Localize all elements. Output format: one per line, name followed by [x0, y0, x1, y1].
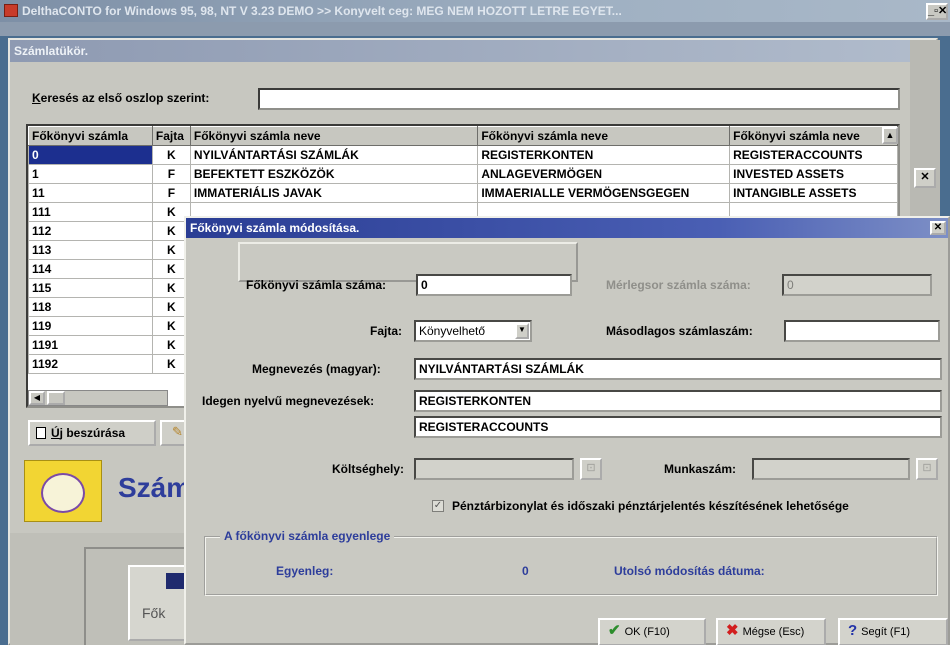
edit-icon: ✎ — [172, 424, 183, 439]
job-number-picker-icon[interactable]: ⊡ — [916, 458, 938, 480]
type-select[interactable]: Könyvelhető ▼ — [414, 320, 532, 342]
search-row: Keresés az első oszlop szerint: — [32, 88, 912, 110]
window-title: Számlatükör. — [10, 40, 936, 62]
cash-report-checkbox[interactable]: ✓ — [432, 500, 444, 512]
cross-icon: ✖ — [726, 622, 739, 639]
ledger-tile-label: Fők — [142, 605, 166, 621]
secondary-account-field[interactable] — [784, 320, 940, 342]
balance-value: 0 — [522, 564, 529, 578]
app-icon — [4, 4, 18, 17]
ledger-tile-icon — [166, 573, 186, 589]
table-row[interactable]: 11 F IMMATERIÁLIS JAVAK IMMAERIALLE VERMÖGE… — [28, 183, 898, 203]
grid-header-row: Főkönyvi számla Fajta Főkönyvi számla ne… — [28, 126, 898, 146]
scroll-thumb[interactable] — [47, 391, 65, 405]
col-header-name-hu[interactable]: Főkönyvi számla neve — [189, 126, 479, 146]
last-modified-label: Utolsó módosítás dátuma: — [614, 564, 765, 578]
grid-scroll-up-button[interactable]: ▲ — [882, 127, 898, 144]
foreign-name-1-field[interactable]: REGISTERKONTEN — [414, 390, 942, 412]
account-number-label: Főkönyvi számla száma: — [246, 278, 387, 292]
col-header-type[interactable]: Fajta — [151, 126, 191, 146]
secondary-account-label: Másodlagos számlaszám: — [606, 324, 753, 338]
cost-center-field[interactable] — [414, 458, 574, 480]
dialog-title: Főkönyvi számla módosítása. — [186, 218, 948, 238]
new-document-icon — [36, 427, 46, 439]
check-icon: ✔ — [608, 622, 621, 639]
account-number-field[interactable]: 0 — [416, 274, 572, 296]
table-row[interactable]: 0 K NYILVÁNTARTÁSI SZÁMLÁK REGISTERKONTEN RE… — [28, 145, 898, 165]
app-close-button[interactable]: _▫✕ — [926, 3, 948, 20]
col-header-name-en[interactable]: Főkönyvi számla neve — [729, 126, 898, 146]
foreign-names-label: Idegen nyelvű megnevezések: — [202, 394, 375, 408]
search-input[interactable] — [258, 88, 900, 110]
brand-logo — [24, 460, 102, 522]
cost-center-label: Költséghely: — [332, 462, 405, 476]
dialog-close-button[interactable]: ✕ — [930, 221, 946, 235]
job-number-label: Munkaszám: — [664, 462, 737, 476]
foreign-name-2-field[interactable]: REGISTERACCOUNTS — [414, 416, 942, 438]
app-titlebar: DelthaCONTO for Windows 95, 98, NT V 3.2… — [0, 0, 950, 22]
balance-label: Egyenleg: — [276, 564, 334, 578]
menubar — [0, 22, 950, 36]
horizontal-scrollbar[interactable]: ◀ — [28, 390, 168, 406]
type-select-value: Könyvelhető — [419, 324, 486, 338]
app-title: DelthaCONTO for Windows 95, 98, NT V 3.2… — [22, 4, 622, 18]
type-label: Fajta: — [370, 324, 403, 338]
insert-new-button[interactable]: Új beszúrása — [28, 420, 156, 446]
balance-row-field[interactable]: 0 — [782, 274, 932, 296]
brand-title: Szám — [118, 472, 192, 503]
edit-account-dialog: Főkönyvi számla módosítása. ✕ Főkönyvi s… — [184, 216, 950, 645]
col-header-name-de[interactable]: Főkönyvi számla neve — [477, 126, 731, 146]
help-button[interactable]: ? Segít (F1) — [838, 618, 948, 645]
table-row[interactable]: 1 F BEFEKTETT ESZKÖZÖK ANLAGEVERMÖGEN INVEST… — [28, 164, 898, 184]
ok-button[interactable]: ✔ OK (F10) — [598, 618, 706, 645]
name-hu-label: Megnevezés (magyar): — [252, 362, 381, 376]
help-icon: ? — [848, 622, 858, 639]
close-icon[interactable]: ✕ — [914, 168, 936, 188]
name-hu-field[interactable]: NYILVÁNTARTÁSI SZÁMLÁK — [414, 358, 942, 380]
cancel-button[interactable]: ✖ Mégse (Esc) — [716, 618, 826, 645]
balance-row-label: Mérlegsor számla száma: — [606, 278, 751, 292]
chevron-down-icon[interactable]: ▼ — [515, 323, 529, 339]
job-number-field[interactable] — [752, 458, 910, 480]
lower-panel: Fők — [10, 533, 218, 645]
balance-group: A főkönyvi számla egyenlege Egyenleg: 0 … — [204, 529, 938, 596]
search-label: Keresés az első oszlop szerint: — [32, 91, 210, 105]
cash-report-label: Pénztárbizonylat és időszaki pénztárjele… — [452, 499, 849, 513]
cost-center-picker-icon[interactable]: ⊡ — [580, 458, 602, 480]
scroll-left-icon[interactable]: ◀ — [29, 391, 45, 405]
balance-group-title: A főkönyvi számla egyenlege — [220, 529, 395, 543]
col-header-account[interactable]: Főkönyvi számla — [28, 126, 153, 146]
